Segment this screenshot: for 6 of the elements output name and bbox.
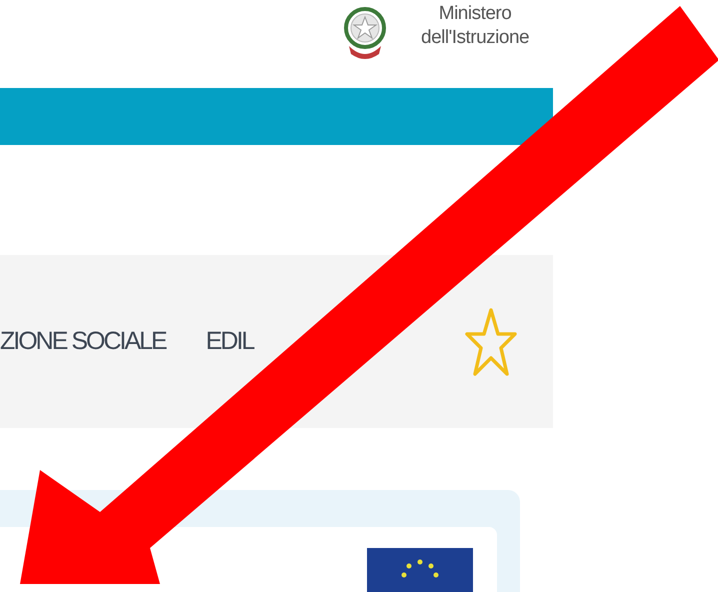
flag-icon [367,548,473,592]
star-icon[interactable] [465,306,517,378]
nav-link[interactable]: EDIL [206,322,254,360]
ministry-name: Ministero [438,2,512,26]
nav-link[interactable]: ZIONE SOCIALE [0,322,166,360]
ministry-name: dell'Istruzione [421,26,530,50]
